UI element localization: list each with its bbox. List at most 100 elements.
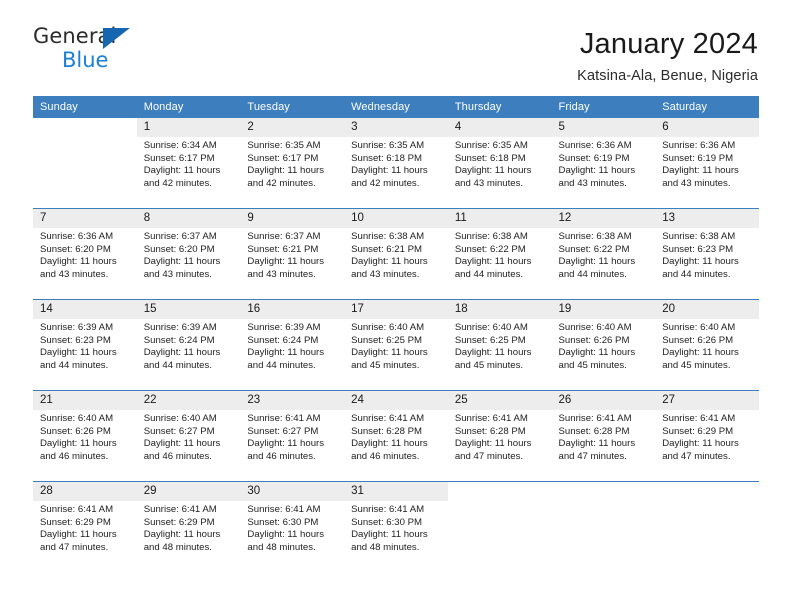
calendar-day-cell[interactable]: 13 Sunrise: 6:38 AM Sunset: 6:23 PM Dayligh… <box>655 208 759 300</box>
calendar-day-cell[interactable]: 4 Sunrise: 6:35 AM Sunset: 6:18 PM Daylight… <box>447 118 552 209</box>
sunset-text: Sunset: 6:28 PM <box>454 425 526 437</box>
calendar-day-cell[interactable]: 14 Sunrise: 6:39 AM Sunset: 6:23 PM Dayligh… <box>33 299 137 391</box>
day-cell-inner: 17 Sunrise: 6:40 AM Sunset: 6:25 PM Dayligh… <box>344 300 448 390</box>
day-number: 24 <box>344 391 448 410</box>
daylight-text: and 45 minutes. <box>454 359 524 371</box>
daylight-text: Daylight: 11 hours <box>40 438 117 450</box>
day-detail-lines: Sunrise: 6:37 AM Sunset: 6:20 PM Daylight:… <box>137 228 241 281</box>
day-number <box>655 482 759 501</box>
calendar-day-cell[interactable]: 23 Sunrise: 6:41 AM Sunset: 6:27 PM Dayligh… <box>240 390 345 482</box>
sunset-text: Sunset: 6:23 PM <box>40 334 111 346</box>
day-number: 29 <box>136 482 241 501</box>
sunrise-text: Sunrise: 6:40 AM <box>454 322 528 333</box>
day-detail-lines: Sunrise: 6:41 AM Sunset: 6:29 PM Daylight:… <box>137 501 241 554</box>
calendar-day-cell[interactable]: 2 Sunrise: 6:35 AM Sunset: 6:17 PM Daylight… <box>240 118 345 209</box>
calendar-day-cell[interactable]: 18 Sunrise: 6:40 AM Sunset: 6:25 PM Dayligh… <box>447 299 552 391</box>
day-detail-lines: Sunrise: 6:41 AM Sunset: 6:29 PM Daylight:… <box>655 410 759 463</box>
daylight-text: Daylight: 11 hours <box>40 347 117 359</box>
daylight-text: and 47 minutes. <box>662 450 731 462</box>
day-detail-lines: Sunrise: 6:40 AM Sunset: 6:25 PM Daylight:… <box>344 319 448 372</box>
day-cell-inner: 30 Sunrise: 6:41 AM Sunset: 6:30 PM Dayligh… <box>240 482 345 572</box>
sunrise-text: Sunrise: 6:38 AM <box>454 231 528 242</box>
calendar-day-cell[interactable]: 15 Sunrise: 6:39 AM Sunset: 6:24 PM Dayligh… <box>136 299 241 391</box>
daylight-text: Daylight: 11 hours <box>454 165 532 177</box>
calendar-empty-cell <box>655 481 759 572</box>
sunset-text: Sunset: 6:17 PM <box>143 152 215 164</box>
daylight-text: and 46 minutes. <box>143 450 212 462</box>
daylight-text: and 44 minutes. <box>247 359 316 371</box>
calendar-day-cell[interactable]: 7 Sunrise: 6:36 AM Sunset: 6:20 PM Daylight… <box>33 208 137 300</box>
day-cell-inner: 3 Sunrise: 6:35 AM Sunset: 6:18 PM Daylight… <box>344 118 448 208</box>
sunrise-text: Sunrise: 6:36 AM <box>558 140 632 151</box>
calendar-day-cell[interactable]: 9 Sunrise: 6:37 AM Sunset: 6:21 PM Daylight… <box>240 208 345 300</box>
sunrise-text: Sunrise: 6:38 AM <box>558 231 632 242</box>
sunrise-text: Sunrise: 6:34 AM <box>143 140 217 151</box>
daylight-text: and 43 minutes. <box>143 268 212 280</box>
day-detail-lines: Sunrise: 6:41 AM Sunset: 6:28 PM Daylight:… <box>552 410 656 463</box>
calendar-empty-cell <box>447 481 552 572</box>
daylight-text: and 42 minutes. <box>351 177 420 189</box>
day-detail-lines: Sunrise: 6:39 AM Sunset: 6:23 PM Daylight:… <box>33 319 137 372</box>
day-number: 12 <box>551 209 656 228</box>
day-cell-inner: 11 Sunrise: 6:38 AM Sunset: 6:22 PM Dayligh… <box>447 209 552 299</box>
calendar-day-cell[interactable]: 5 Sunrise: 6:36 AM Sunset: 6:19 PM Daylight… <box>551 118 656 209</box>
calendar-day-cell[interactable]: 11 Sunrise: 6:38 AM Sunset: 6:22 PM Dayligh… <box>447 208 552 300</box>
calendar-day-cell[interactable]: 16 Sunrise: 6:39 AM Sunset: 6:24 PM Dayligh… <box>240 299 345 391</box>
day-number: 1 <box>136 118 241 137</box>
daylight-text: and 43 minutes. <box>351 268 420 280</box>
calendar-day-cell[interactable]: 29 Sunrise: 6:41 AM Sunset: 6:29 PM Dayligh… <box>136 481 241 572</box>
calendar-day-cell[interactable]: 28 Sunrise: 6:41 AM Sunset: 6:29 PM Dayligh… <box>33 481 137 572</box>
day-detail-lines: Sunrise: 6:40 AM Sunset: 6:26 PM Daylight:… <box>655 319 759 372</box>
day-detail-lines: Sunrise: 6:36 AM Sunset: 6:19 PM Daylight:… <box>655 137 759 190</box>
day-number: 30 <box>240 482 345 501</box>
calendar-day-cell[interactable]: 20 Sunrise: 6:40 AM Sunset: 6:26 PM Dayligh… <box>655 299 759 391</box>
generalblue-logo[interactable]: General Blue <box>33 26 143 78</box>
calendar-day-cell[interactable]: 26 Sunrise: 6:41 AM Sunset: 6:28 PM Dayligh… <box>551 390 656 482</box>
day-detail-lines: Sunrise: 6:41 AM Sunset: 6:28 PM Daylight:… <box>344 410 448 463</box>
day-cell-inner: 8 Sunrise: 6:37 AM Sunset: 6:20 PM Daylight… <box>136 209 241 299</box>
day-number: 21 <box>33 391 137 410</box>
day-cell-inner: 23 Sunrise: 6:41 AM Sunset: 6:27 PM Dayligh… <box>240 391 345 481</box>
sunrise-text: Sunrise: 6:41 AM <box>351 413 425 424</box>
calendar-day-cell[interactable]: 30 Sunrise: 6:41 AM Sunset: 6:30 PM Dayligh… <box>240 481 345 572</box>
calendar-day-cell[interactable]: 22 Sunrise: 6:40 AM Sunset: 6:27 PM Dayligh… <box>136 390 241 482</box>
calendar-day-cell[interactable]: 19 Sunrise: 6:40 AM Sunset: 6:26 PM Dayligh… <box>551 299 656 391</box>
calendar-day-cell[interactable]: 17 Sunrise: 6:40 AM Sunset: 6:25 PM Dayligh… <box>344 299 448 391</box>
sunrise-text: Sunrise: 6:41 AM <box>143 504 217 515</box>
calendar-day-cell[interactable]: 25 Sunrise: 6:41 AM Sunset: 6:28 PM Dayligh… <box>447 390 552 482</box>
day-number: 2 <box>240 118 345 137</box>
calendar-day-cell[interactable]: 3 Sunrise: 6:35 AM Sunset: 6:18 PM Daylight… <box>344 118 448 209</box>
daylight-text: Daylight: 11 hours <box>143 256 221 268</box>
sunset-text: Sunset: 6:20 PM <box>143 243 215 255</box>
daylight-text: and 43 minutes. <box>558 177 627 189</box>
daylight-text: and 46 minutes. <box>247 450 316 462</box>
day-detail-lines: Sunrise: 6:38 AM Sunset: 6:22 PM Daylight:… <box>448 228 552 281</box>
day-cell-inner: 4 Sunrise: 6:35 AM Sunset: 6:18 PM Daylight… <box>447 118 552 208</box>
page-title: January 2024 <box>579 28 758 60</box>
day-number: 27 <box>655 391 759 410</box>
day-number: 6 <box>655 118 759 137</box>
day-number <box>33 118 137 137</box>
calendar-day-cell[interactable]: 27 Sunrise: 6:41 AM Sunset: 6:29 PM Dayligh… <box>655 390 759 482</box>
calendar-head: Sunday Monday Tuesday Wednesday Thursday… <box>33 96 759 118</box>
calendar-day-cell[interactable]: 12 Sunrise: 6:38 AM Sunset: 6:22 PM Dayligh… <box>551 208 656 300</box>
calendar-day-cell[interactable]: 31 Sunrise: 6:41 AM Sunset: 6:30 PM Dayligh… <box>344 481 448 572</box>
day-number: 8 <box>136 209 241 228</box>
day-detail-lines: Sunrise: 6:40 AM Sunset: 6:26 PM Daylight:… <box>33 410 137 463</box>
sunset-text: Sunset: 6:27 PM <box>143 425 215 437</box>
calendar-day-cell[interactable]: 24 Sunrise: 6:41 AM Sunset: 6:28 PM Dayligh… <box>344 390 448 482</box>
calendar-day-cell[interactable]: 6 Sunrise: 6:36 AM Sunset: 6:19 PM Daylight… <box>655 118 759 209</box>
calendar-day-cell[interactable]: 10 Sunrise: 6:38 AM Sunset: 6:21 PM Dayligh… <box>344 208 448 300</box>
sunset-text: Sunset: 6:19 PM <box>558 152 630 164</box>
day-cell-inner: 25 Sunrise: 6:41 AM Sunset: 6:28 PM Dayligh… <box>447 391 552 481</box>
sunset-text: Sunset: 6:22 PM <box>454 243 526 255</box>
sunset-text: Sunset: 6:28 PM <box>351 425 423 437</box>
daylight-text: Daylight: 11 hours <box>351 165 428 177</box>
calendar-day-cell[interactable]: 21 Sunrise: 6:40 AM Sunset: 6:26 PM Dayligh… <box>33 390 137 482</box>
daylight-text: and 44 minutes. <box>40 359 109 371</box>
calendar-week-row: 28 Sunrise: 6:41 AM Sunset: 6:29 PM Dayligh… <box>33 481 759 572</box>
calendar-day-cell[interactable]: 1 Sunrise: 6:34 AM Sunset: 6:17 PM Daylight… <box>136 118 241 209</box>
sunrise-text: Sunrise: 6:39 AM <box>247 322 321 333</box>
day-detail-lines: Sunrise: 6:35 AM Sunset: 6:17 PM Daylight:… <box>240 137 344 190</box>
calendar-day-cell[interactable]: 8 Sunrise: 6:37 AM Sunset: 6:20 PM Daylight… <box>136 208 241 300</box>
